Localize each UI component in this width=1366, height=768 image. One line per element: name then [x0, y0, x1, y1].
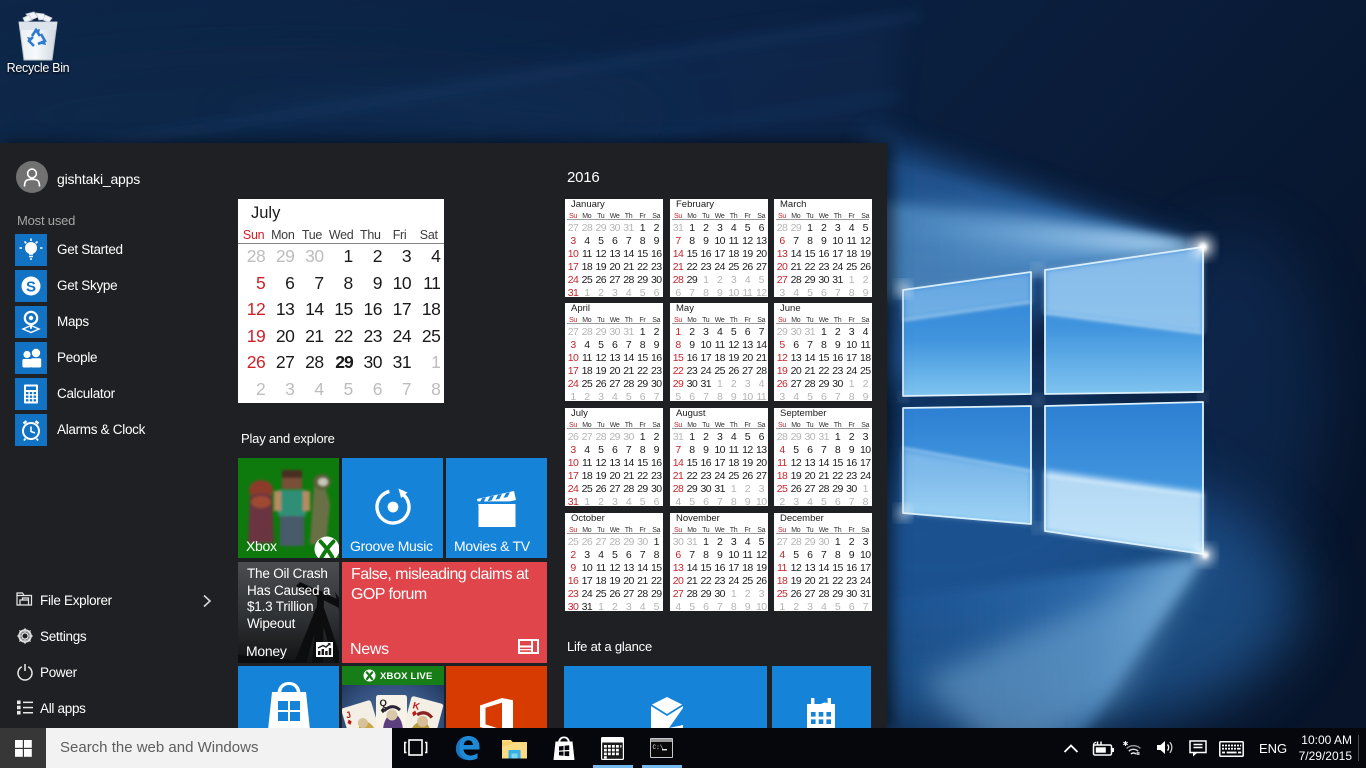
svg-text:Q: Q — [380, 698, 387, 709]
svg-text:S: S — [26, 279, 36, 296]
